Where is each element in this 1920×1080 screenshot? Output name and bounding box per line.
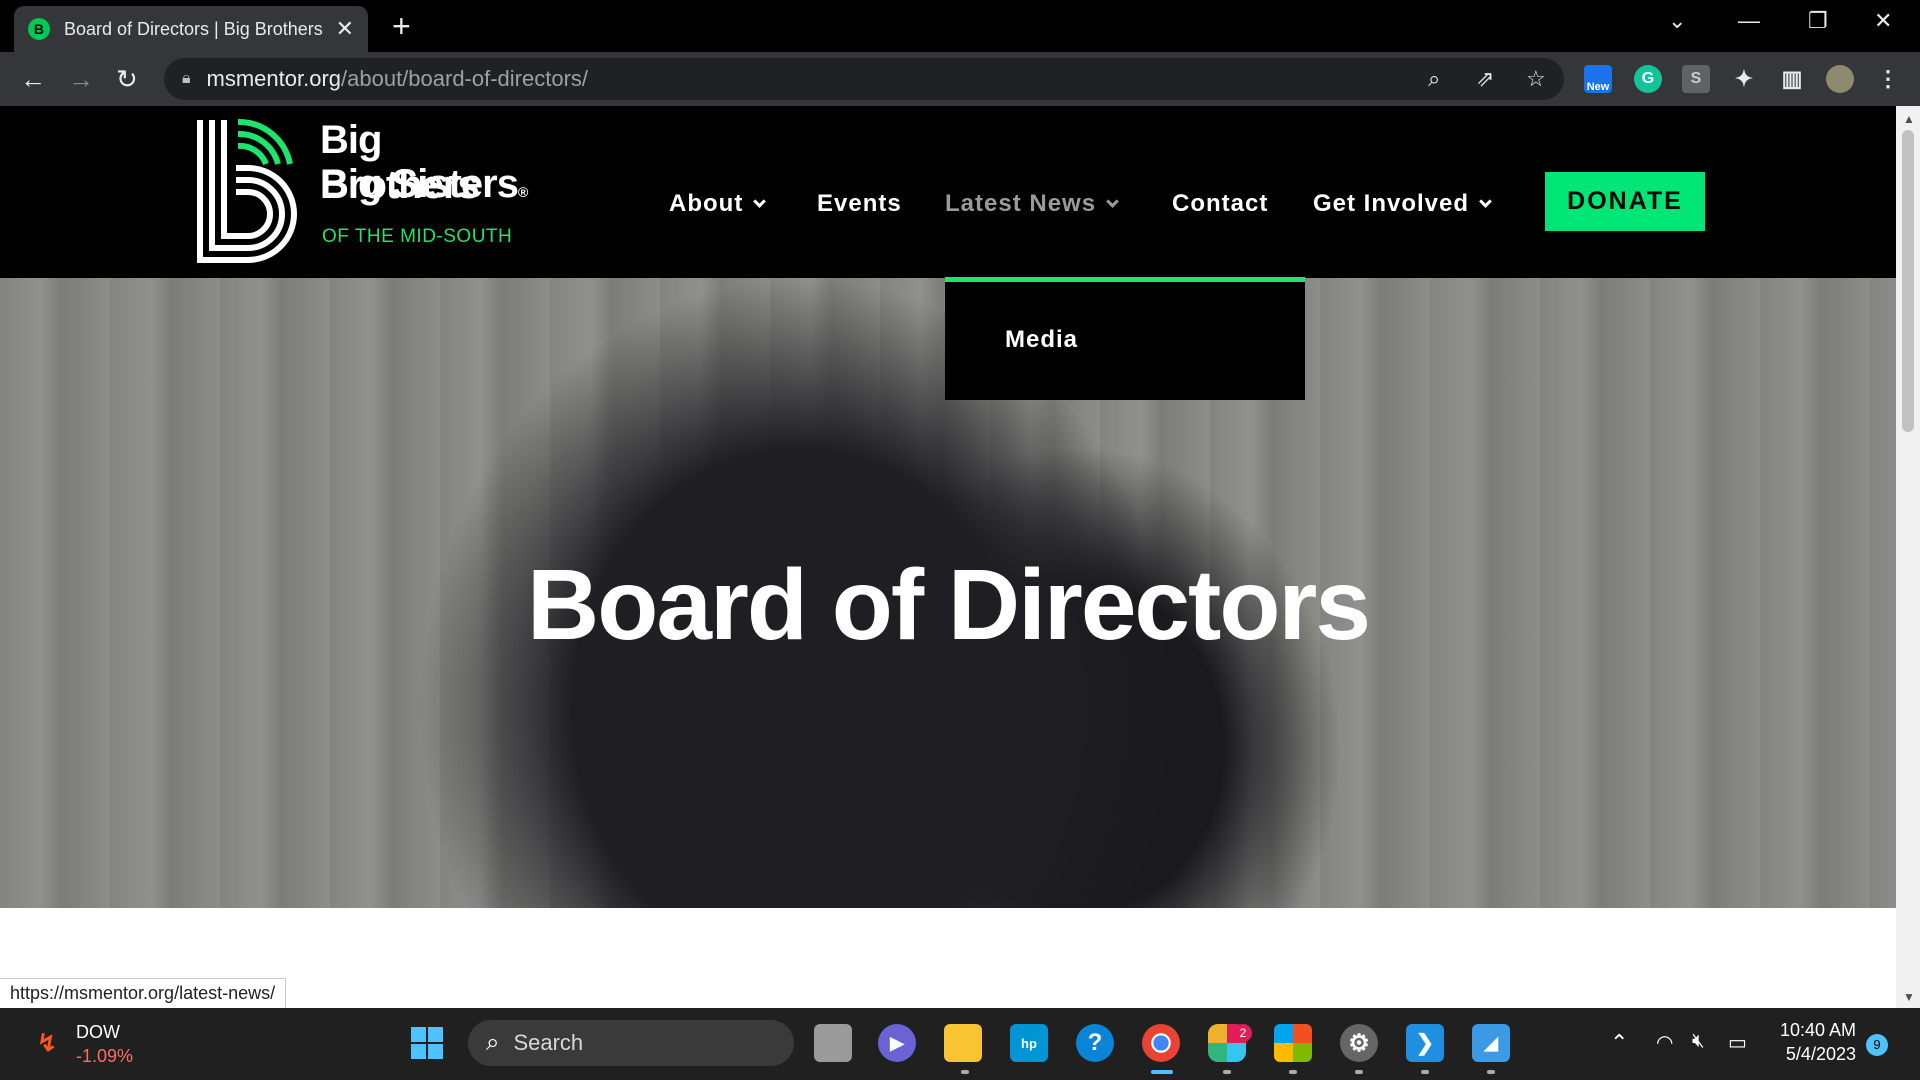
nav-events[interactable]: Events [817, 190, 902, 218]
new-extension-icon[interactable]: New [1584, 65, 1612, 93]
forward-icon[interactable]: → [68, 62, 94, 96]
minimize-icon[interactable]: — [1738, 8, 1760, 34]
running-indicator [1487, 1070, 1495, 1074]
reload-icon[interactable]: ↻ [116, 62, 138, 96]
site-favicon-icon: B [28, 18, 50, 40]
back-icon[interactable]: ← [20, 62, 46, 96]
url-path: /about/board-of-directors/ [341, 66, 589, 91]
tab-title: Board of Directors | Big Brothers [63, 18, 323, 39]
extensions-puzzle-icon[interactable]: ✦ [1730, 65, 1758, 93]
menu-kebab-icon[interactable]: ⋮ [1874, 65, 1902, 93]
profile-avatar[interactable] [1826, 65, 1854, 93]
site-logo[interactable]: Big Brothers Big Sisters® OF THE MID-SOU… [196, 118, 536, 268]
photos-app-icon[interactable]: ◢ [1472, 1024, 1510, 1062]
site-header: Big Brothers Big Sisters® OF THE MID-SOU… [0, 106, 1896, 278]
chevron-down-icon [753, 195, 767, 208]
logo-subtitle: OF THE MID-SOUTH [322, 226, 513, 247]
scroll-thumb[interactable] [1902, 130, 1914, 432]
scroll-down-icon[interactable]: ▼ [1903, 990, 1915, 1004]
new-tab-icon[interactable]: + [392, 10, 411, 42]
settings-gear-icon[interactable]: ⚙ [1340, 1024, 1378, 1062]
file-explorer-icon[interactable] [944, 1024, 982, 1062]
tray-overflow-chevron-icon[interactable]: ⌃ [1610, 1030, 1628, 1056]
browser-toolbar: ← → ↻ 🔒︎ msmentor.org/about/board-of-dir… [0, 52, 1920, 106]
search-icon: ⌕ [486, 1029, 500, 1056]
nav-contact[interactable]: Contact [1172, 190, 1268, 218]
teams-chat-icon[interactable]: ▶ [878, 1024, 916, 1062]
web-page: Big Brothers Big Sisters® OF THE MID-SOU… [0, 106, 1896, 1008]
running-indicator [961, 1070, 969, 1074]
get-help-icon[interactable]: ? [1076, 1024, 1114, 1062]
page-title: Board of Directors [527, 549, 1371, 661]
side-panel-icon[interactable]: ▥ [1778, 65, 1806, 93]
running-indicator [1223, 1070, 1231, 1074]
stock-chart-icon[interactable]: ↯ [28, 1024, 66, 1062]
chevron-down-icon [1479, 195, 1492, 208]
bookmark-star-icon[interactable]: ☆ [1526, 66, 1546, 92]
share-icon[interactable]: ⇗ [1476, 66, 1494, 92]
browser-tab-active[interactable]: B Board of Directors | Big Brothers ✕ [14, 6, 368, 52]
scroll-up-icon[interactable]: ▲ [1903, 112, 1915, 126]
link-status-bubble: https://msmentor.org/latest-news/ [0, 978, 287, 1008]
running-indicator [1289, 1070, 1297, 1074]
active-indicator [1151, 1070, 1173, 1074]
slack-badge: 2 [1234, 1024, 1252, 1042]
taskbar-search-label: Search [513, 1030, 584, 1055]
vscode-icon[interactable]: ❯ [1406, 1024, 1444, 1062]
tab-strip: B Board of Directors | Big Brothers ✕ + … [0, 0, 1920, 52]
nav-about[interactable]: About [669, 190, 767, 218]
latest-news-dropdown: Media [945, 277, 1305, 400]
taskbar-search[interactable]: ⌕ Search [468, 1020, 794, 1066]
nav-get-involved[interactable]: Get Involved [1313, 190, 1492, 218]
restore-icon[interactable]: ❐ [1808, 8, 1828, 34]
lock-icon: 🔒︎ [182, 70, 191, 87]
nav-latest-news[interactable]: Latest News [945, 190, 1119, 218]
microsoft-store-icon[interactable] [1274, 1024, 1312, 1062]
grammarly-icon[interactable]: G [1634, 65, 1662, 93]
extension-badge: New [1586, 81, 1610, 93]
tab-close-icon[interactable]: ✕ [336, 16, 354, 42]
windows-start-icon[interactable] [408, 1024, 446, 1062]
dropdown-item-media[interactable]: Media [1005, 326, 1078, 354]
tab-search-chevron-icon[interactable]: ⌄ [1668, 8, 1686, 34]
taskbar: ↯ DOW -1.09% ⌕ Search ▶ hp ? 2 ⚙ ❯ ◢ ⌃ ◠… [0, 1008, 1920, 1080]
page-scrollbar[interactable]: ▲ ▼ [1896, 106, 1920, 1008]
notification-badge[interactable]: 9 [1866, 1034, 1888, 1056]
task-view-icon[interactable] [814, 1024, 852, 1062]
bbbs-logo-icon [197, 118, 297, 263]
window-close-icon[interactable]: ✕ [1874, 8, 1892, 34]
clock-date[interactable]: 5/4/2023 [1770, 1044, 1856, 1065]
zoom-search-icon[interactable]: ⌕ [1428, 66, 1440, 92]
donate-button[interactable]: DONATE [1545, 172, 1705, 231]
stock-change: -1.09% [76, 1046, 134, 1066]
logo-line-2: Big Sisters® [320, 162, 528, 206]
wifi-icon[interactable]: ◠ [1656, 1030, 1673, 1055]
chrome-icon[interactable] [1142, 1024, 1180, 1062]
extension-s-icon[interactable]: S [1682, 65, 1710, 93]
myhp-icon[interactable]: hp [1010, 1024, 1048, 1062]
chevron-down-icon [1106, 195, 1119, 208]
battery-icon[interactable]: ▭ [1728, 1030, 1747, 1055]
running-indicator [1421, 1070, 1429, 1074]
volume-muted-icon[interactable]: 🔇︎ [1692, 1030, 1705, 1053]
running-indicator [1355, 1070, 1363, 1074]
clock-time[interactable]: 10:40 AM [1770, 1020, 1856, 1041]
url-host: msmentor.org [206, 66, 342, 91]
address-bar[interactable]: 🔒︎ msmentor.org/about/board-of-directors… [164, 58, 1564, 100]
stock-name: DOW [76, 1022, 120, 1042]
